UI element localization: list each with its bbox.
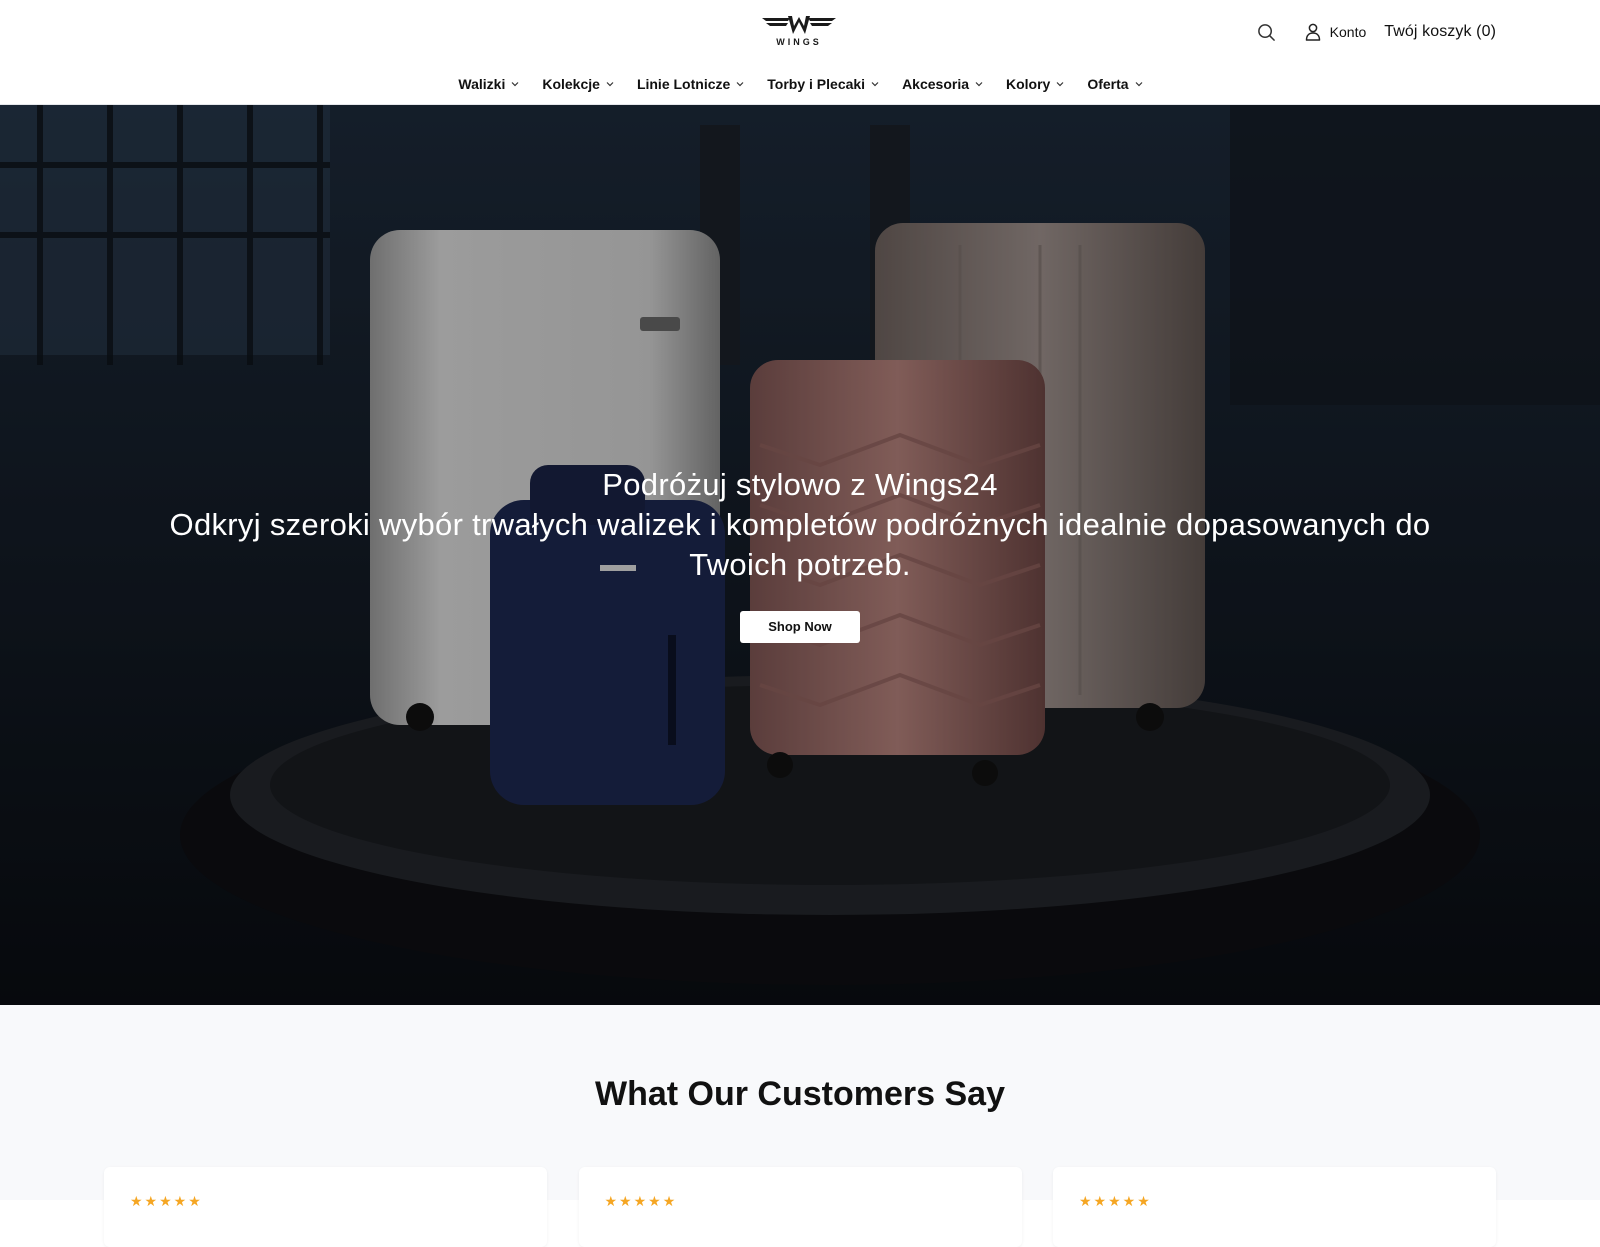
testimonial-cards: ★★★★★ ★★★★★ ★★★★★	[104, 1167, 1496, 1247]
cart-link[interactable]: Twój koszyk (0)	[1384, 23, 1496, 41]
search-icon[interactable]	[1257, 22, 1277, 42]
testimonial-card: ★★★★★	[578, 1167, 1022, 1247]
nav-item-label: Oferta	[1087, 76, 1129, 92]
nav-item-label: Walizki	[458, 76, 506, 92]
hero-subtitle: Odkryj szeroki wybór trwałych walizek i …	[169, 507, 1431, 582]
chevron-down-icon	[1134, 79, 1144, 89]
header-actions: Konto Twój koszyk (0)	[1257, 18, 1496, 46]
chevron-down-icon	[974, 79, 984, 89]
star-rating: ★★★★★	[1079, 1193, 1152, 1209]
nav-item-label: Torby i Plecaki	[767, 76, 866, 92]
user-icon	[1305, 23, 1323, 41]
account-link[interactable]: Konto	[1305, 23, 1367, 41]
hero-content: Podróżuj stylowo z Wings24 Odkryj szerok…	[0, 465, 1600, 643]
hero-title: Podróżuj stylowo z Wings24	[602, 467, 998, 502]
nav-item-label: Kolekcje	[542, 76, 600, 92]
nav-item-linie-lotnicze[interactable]: Linie Lotnicze	[637, 76, 745, 92]
main-nav: Walizki Kolekcje Linie Lotnicze Torby i …	[0, 70, 1600, 98]
site-header: WINGS Konto Twój koszyk (0) Walizki Kole…	[0, 0, 1600, 105]
wings-logo[interactable]: WINGS	[760, 14, 838, 50]
testimonial-card: ★★★★★	[104, 1167, 547, 1247]
star-rating: ★★★★★	[604, 1193, 678, 1209]
hero-banner: Podróżuj stylowo z Wings24 Odkryj szerok…	[0, 105, 1600, 1005]
chevron-down-icon	[1055, 79, 1065, 89]
nav-item-oferta[interactable]: Oferta	[1087, 76, 1143, 92]
chevron-down-icon	[605, 79, 615, 89]
nav-item-kolekcje[interactable]: Kolekcje	[542, 76, 615, 92]
testimonial-card: ★★★★★	[1053, 1167, 1496, 1247]
account-label: Konto	[1329, 24, 1367, 40]
nav-item-label: Linie Lotnicze	[636, 76, 731, 92]
star-rating: ★★★★★	[130, 1193, 203, 1209]
nav-item-kolory[interactable]: Kolory	[1006, 76, 1065, 92]
chevron-down-icon	[870, 79, 880, 89]
chevron-down-icon	[510, 79, 520, 89]
shop-now-button[interactable]: Shop Now	[740, 611, 860, 643]
nav-item-akcesoria[interactable]: Akcesoria	[902, 76, 984, 92]
nav-item-label: Kolory	[1006, 76, 1051, 92]
section-title: What Our Customers Say	[595, 1075, 1005, 1113]
wings-logo-icon	[762, 16, 836, 34]
nav-item-label: Akcesoria	[902, 76, 969, 92]
nav-item-torby-i-plecaki[interactable]: Torby i Plecaki	[767, 76, 880, 92]
chevron-down-icon	[735, 79, 745, 89]
nav-item-walizki[interactable]: Walizki	[458, 76, 520, 92]
logo-text: WINGS	[776, 37, 822, 47]
testimonials-section: What Our Customers Say ★★★★★ ★★★★★ ★★★★★	[0, 1005, 1600, 1247]
